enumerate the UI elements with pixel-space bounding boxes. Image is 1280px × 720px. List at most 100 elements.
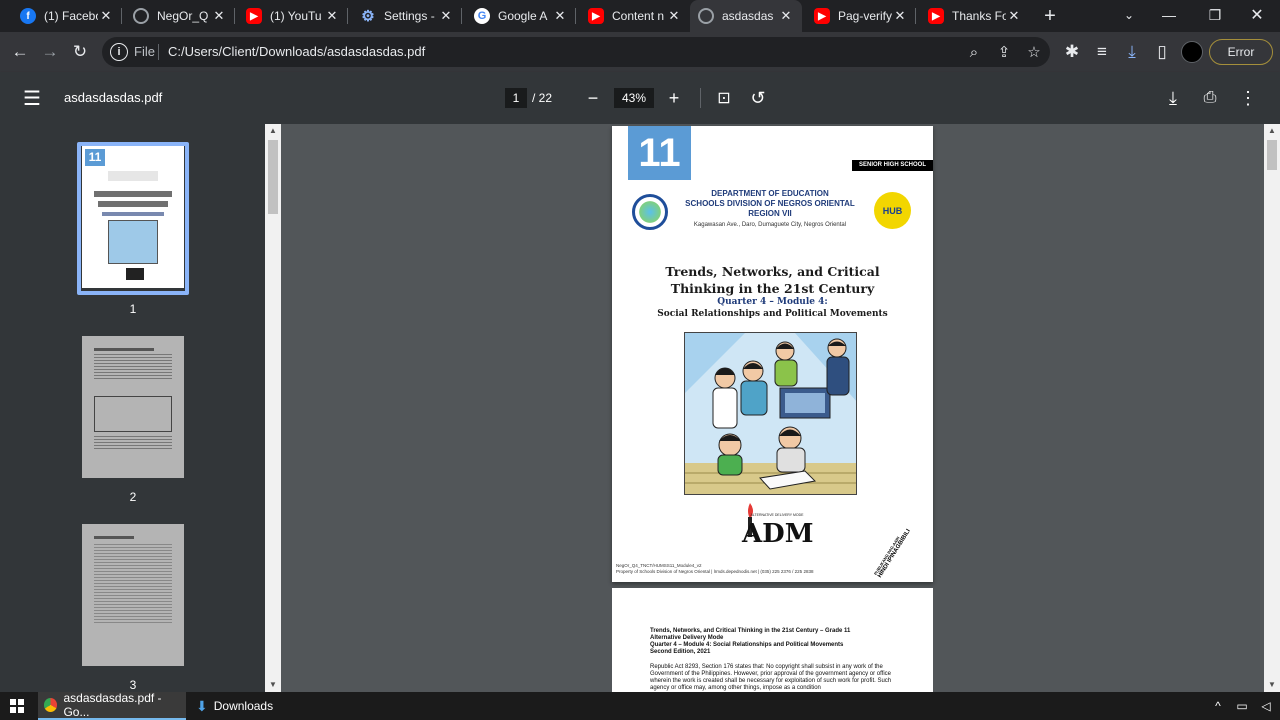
page-footer: NegOr_Q4_TNCT/HUMSS11_Module4_v2 Propert… xyxy=(616,563,813,575)
back-button[interactable]: ← xyxy=(6,38,34,66)
reload-button[interactable]: ↻ xyxy=(66,38,94,66)
tab-title: (1) Facebo xyxy=(44,9,98,23)
title-line: Thinking in the 21st Century xyxy=(670,281,875,296)
thumbnail-page-2[interactable] xyxy=(82,336,184,478)
main-scrollbar[interactable]: ▲ ▼ xyxy=(1264,124,1280,692)
close-window-button[interactable]: ✕ xyxy=(1234,0,1280,30)
download-icon[interactable]: ⤓ xyxy=(1118,38,1146,66)
taskbar-label: asdasdasdas.pdf - Go... xyxy=(63,691,162,719)
close-icon[interactable]: ✕ xyxy=(1006,8,1022,24)
tab-title: Settings - xyxy=(384,9,435,23)
new-tab-button[interactable]: + xyxy=(1038,4,1062,28)
print-icon[interactable]: ⎙ xyxy=(1198,86,1222,110)
forward-button[interactable]: → xyxy=(36,38,64,66)
url-text[interactable]: C:/Users/Client/Downloads/asdasdasdas.pd… xyxy=(168,44,425,59)
tab-settings[interactable]: ⚙ Settings - ✕ xyxy=(352,0,462,32)
close-icon[interactable]: ✕ xyxy=(778,8,794,24)
stamp-line: HINDI IPINAGBIBILI xyxy=(877,528,912,580)
close-icon[interactable]: ✕ xyxy=(666,8,682,24)
scroll-up-arrow[interactable]: ▲ xyxy=(265,124,281,138)
info-icon[interactable]: i xyxy=(110,43,128,61)
module-title: Trends, Networks, and Critical Thinking … xyxy=(622,263,923,297)
department-header: DEPARTMENT OF EDUCATION SCHOOLS DIVISION… xyxy=(672,189,868,219)
profile-error-button[interactable]: Error xyxy=(1209,39,1273,65)
globe-icon xyxy=(133,8,149,24)
tab-google[interactable]: G Google A ✕ xyxy=(466,0,576,32)
download-arrow-icon: ⬇ xyxy=(196,697,208,714)
scroll-down-arrow[interactable]: ▼ xyxy=(1264,678,1280,692)
subtitle-line: Quarter 4 – Module 4: xyxy=(717,297,828,307)
address-bar[interactable]: i File C:/Users/Client/Downloads/asdasda… xyxy=(102,37,1050,67)
minimize-button[interactable]: — xyxy=(1146,0,1192,30)
youtube-icon: ▶ xyxy=(246,8,262,24)
thumbnail-page-1[interactable]: 11 xyxy=(82,146,184,288)
more-options-icon[interactable]: ⋮ xyxy=(1236,86,1260,110)
sidebar-scrollbar[interactable]: ▲ ▼ xyxy=(265,124,281,692)
thumbnail-number: 1 xyxy=(129,302,137,316)
close-icon[interactable]: ✕ xyxy=(211,8,227,24)
scroll-down-arrow[interactable]: ▼ xyxy=(265,678,281,692)
dept-line: REGION VII xyxy=(748,209,792,218)
senior-high-label: SENIOR HIGH SCHOOL xyxy=(852,160,933,171)
pdf-toolbar: ☰ asdasdasdas.pdf 1 / 22 − 43% + ⊡ ↺ ⤓ ⎙… xyxy=(0,72,1280,124)
tab-title: (1) YouTu xyxy=(270,9,322,23)
pdf-page-2: Trends, Networks, and Critical Thinking … xyxy=(612,588,933,692)
pdf-viewport[interactable]: 11 SENIOR HIGH SCHOOL DEPARTMENT OF EDUC… xyxy=(281,124,1264,692)
menu-icon[interactable]: ☰ xyxy=(20,86,44,110)
tab-youtube[interactable]: ▶ (1) YouTu ✕ xyxy=(238,0,348,32)
network-icon[interactable]: ▭ xyxy=(1234,698,1250,714)
subtitle-line: Social Relationships and Political Movem… xyxy=(657,309,888,319)
media-control-icon[interactable]: ≡ xyxy=(1088,38,1116,66)
dept-line: DEPARTMENT OF EDUCATION xyxy=(711,189,829,198)
module-subtitle: Quarter 4 – Module 4: Social Relationshi… xyxy=(622,296,923,320)
close-icon[interactable]: ✕ xyxy=(438,8,454,24)
extensions-icon[interactable]: ✱ xyxy=(1058,38,1086,66)
tab-negor[interactable]: NegOr_Q ✕ xyxy=(125,0,235,32)
volume-icon[interactable]: ◁ xyxy=(1258,698,1274,714)
tab-title: asdasdas xyxy=(722,9,774,23)
zoom-in-button[interactable]: + xyxy=(662,86,686,110)
thumbnail-page-3[interactable] xyxy=(82,524,184,666)
tab-facebook[interactable]: f (1) Facebo ✕ xyxy=(12,0,122,32)
hub-logo-icon: HUB xyxy=(874,192,911,229)
pdf-page-1: 11 SENIOR HIGH SCHOOL DEPARTMENT OF EDUC… xyxy=(612,126,933,582)
address: Kagawasan Ave., Daro, Dumaguete City, Ne… xyxy=(693,222,847,228)
youtube-icon: ▶ xyxy=(814,8,830,24)
tab-title: Content n xyxy=(612,9,665,23)
tab-thanks[interactable]: ▶ Thanks Fo ✕ xyxy=(920,0,1030,32)
close-icon[interactable]: ✕ xyxy=(552,8,568,24)
star-icon[interactable]: ☆ xyxy=(1024,42,1044,62)
taskbar-chrome[interactable]: asdasdasdas.pdf - Go... xyxy=(38,691,186,720)
footer-property: Property of Schools Division of Negros O… xyxy=(616,569,814,574)
zoom-input[interactable]: 43% xyxy=(614,88,654,108)
close-icon[interactable]: ✕ xyxy=(892,8,908,24)
taskbar-downloads[interactable]: ⬇ Downloads xyxy=(190,692,300,720)
tab-pag-verify[interactable]: ▶ Pag-verify ✕ xyxy=(806,0,916,32)
tab-pdf-active[interactable]: asdasdas ✕ xyxy=(690,0,802,32)
scrollbar-thumb[interactable] xyxy=(1267,140,1277,170)
scrollbar-thumb[interactable] xyxy=(268,140,278,214)
fit-page-icon[interactable]: ⊡ xyxy=(712,86,736,110)
search-icon[interactable]: ⌕ xyxy=(964,42,984,62)
page-number-input[interactable]: 1 xyxy=(505,88,527,108)
close-icon[interactable]: ✕ xyxy=(324,8,340,24)
tab-content[interactable]: ▶ Content n ✕ xyxy=(580,0,690,32)
restore-button[interactable]: ❐ xyxy=(1192,0,1238,30)
share-icon[interactable]: ⇪ xyxy=(994,42,1014,62)
chevron-up-icon[interactable]: ^ xyxy=(1210,698,1226,714)
youtube-icon: ▶ xyxy=(928,8,944,24)
scroll-up-arrow[interactable]: ▲ xyxy=(1264,124,1280,138)
google-icon: G xyxy=(474,8,490,24)
windows-start-icon[interactable] xyxy=(0,692,34,720)
heading-line: Alternative Delivery Mode xyxy=(650,635,724,641)
download-pdf-icon[interactable]: ⤓ xyxy=(1161,86,1185,110)
rotate-icon[interactable]: ↺ xyxy=(746,86,770,110)
zoom-out-button[interactable]: − xyxy=(581,86,605,110)
tab-title: NegOr_Q xyxy=(157,9,209,23)
close-icon[interactable]: ✕ xyxy=(98,8,114,24)
side-panel-icon[interactable]: ▯ xyxy=(1148,38,1176,66)
gear-icon: ⚙ xyxy=(361,8,375,25)
avatar[interactable] xyxy=(1181,41,1203,63)
file-scheme-label: File xyxy=(134,44,155,59)
taskbar-label: Downloads xyxy=(213,699,274,713)
